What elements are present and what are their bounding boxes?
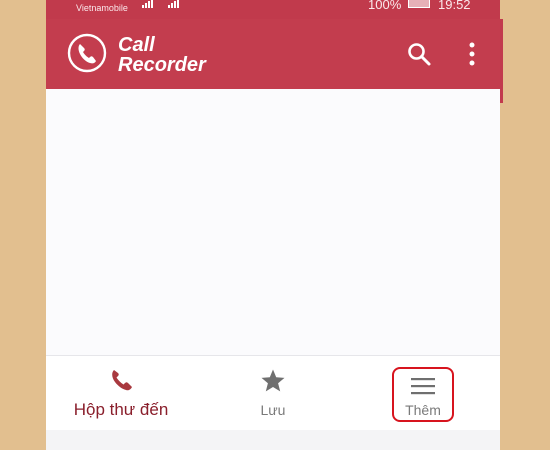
tab-more-label: Thêm (405, 402, 441, 418)
tab-saved-label: Lưu (260, 402, 286, 418)
bottom-navigation: Hộp thư đến Lưu Thêm (46, 355, 500, 431)
clock: 19:52 (438, 0, 471, 12)
signal-strength-icon (168, 0, 179, 8)
status-bar: Vietnamobile 100% 19:52 (46, 0, 500, 19)
more-vert-icon[interactable] (462, 41, 482, 67)
app-bar-edge (500, 19, 503, 103)
star-icon (261, 369, 285, 392)
menu-icon (411, 378, 435, 395)
carrier-name: Vietnamobile (76, 3, 128, 13)
phone-handset-icon (67, 33, 107, 73)
battery-percent: 100% (368, 0, 402, 12)
tab-inbox[interactable]: Hộp thư đến (66, 356, 176, 431)
call-list-area (46, 89, 500, 355)
tab-saved[interactable]: Lưu (238, 356, 308, 431)
app-title: Call Recorder (118, 35, 206, 75)
tab-inbox-label: Hộp thư đến (73, 400, 169, 419)
navigation-bar-strip (46, 430, 500, 450)
phone-handset-icon (112, 370, 132, 391)
tab-more[interactable]: Thêm (392, 367, 454, 422)
app-title-line2: Recorder (118, 54, 206, 76)
signal-strength-icon (142, 0, 153, 8)
app-bar: Call Recorder (46, 19, 500, 89)
app-title-line1: Call (118, 34, 155, 56)
battery-icon (408, 0, 430, 8)
search-icon[interactable] (406, 41, 432, 67)
phone-screen: Vietnamobile 100% 19:52 Call Recorder Hộ… (46, 0, 500, 450)
